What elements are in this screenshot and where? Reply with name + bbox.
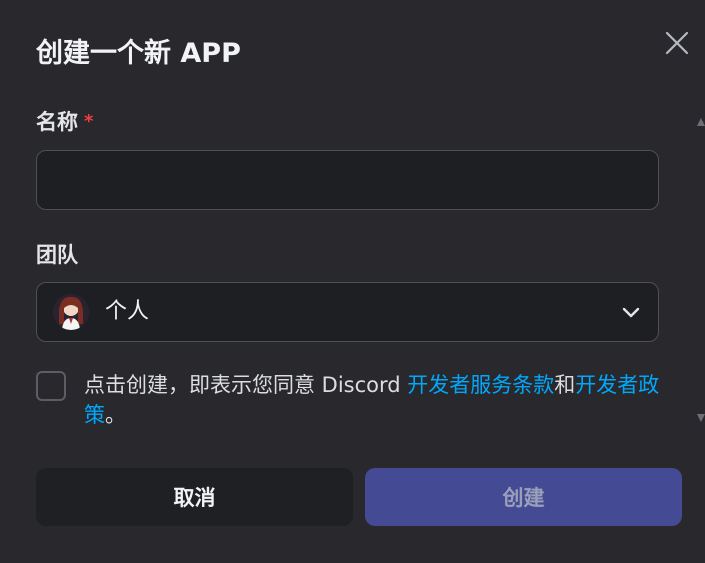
app-name-input[interactable] — [36, 150, 659, 210]
team-select[interactable]: 个人 — [36, 282, 659, 342]
cancel-button[interactable]: 取消 — [36, 468, 353, 526]
avatar-icon — [53, 294, 89, 330]
team-avatar — [53, 294, 89, 330]
close-icon — [665, 31, 689, 55]
create-button[interactable]: 创建 — [365, 468, 682, 526]
close-button[interactable] — [660, 26, 694, 60]
name-label: 名称 * — [36, 107, 93, 137]
dialog-title: 创建一个新 APP — [36, 38, 241, 69]
agreement-suffix: 。 — [105, 403, 126, 427]
agreement-conjunction: 和 — [554, 373, 576, 397]
required-mark: * — [84, 111, 94, 132]
agreement-text: 点击创建，即表示您同意 Discord 开发者服务条款和开发者政策。 — [84, 370, 669, 430]
create-app-dialog: 创建一个新 APP 名称 * 团队 个人 点击创建，即表示您同意 Discord … — [0, 0, 705, 563]
agreement-prefix: 点击创建，即表示您同意 Discord — [84, 373, 408, 397]
scroll-down-arrow-icon[interactable] — [697, 414, 705, 422]
team-label: 团队 — [36, 243, 78, 267]
developer-terms-link[interactable]: 开发者服务条款 — [407, 373, 554, 397]
name-label-text: 名称 — [36, 110, 78, 134]
team-selected-value: 个人 — [105, 299, 150, 324]
chevron-down-icon — [622, 307, 640, 318]
scroll-up-arrow-icon[interactable] — [697, 118, 705, 126]
agree-checkbox[interactable] — [36, 371, 66, 401]
